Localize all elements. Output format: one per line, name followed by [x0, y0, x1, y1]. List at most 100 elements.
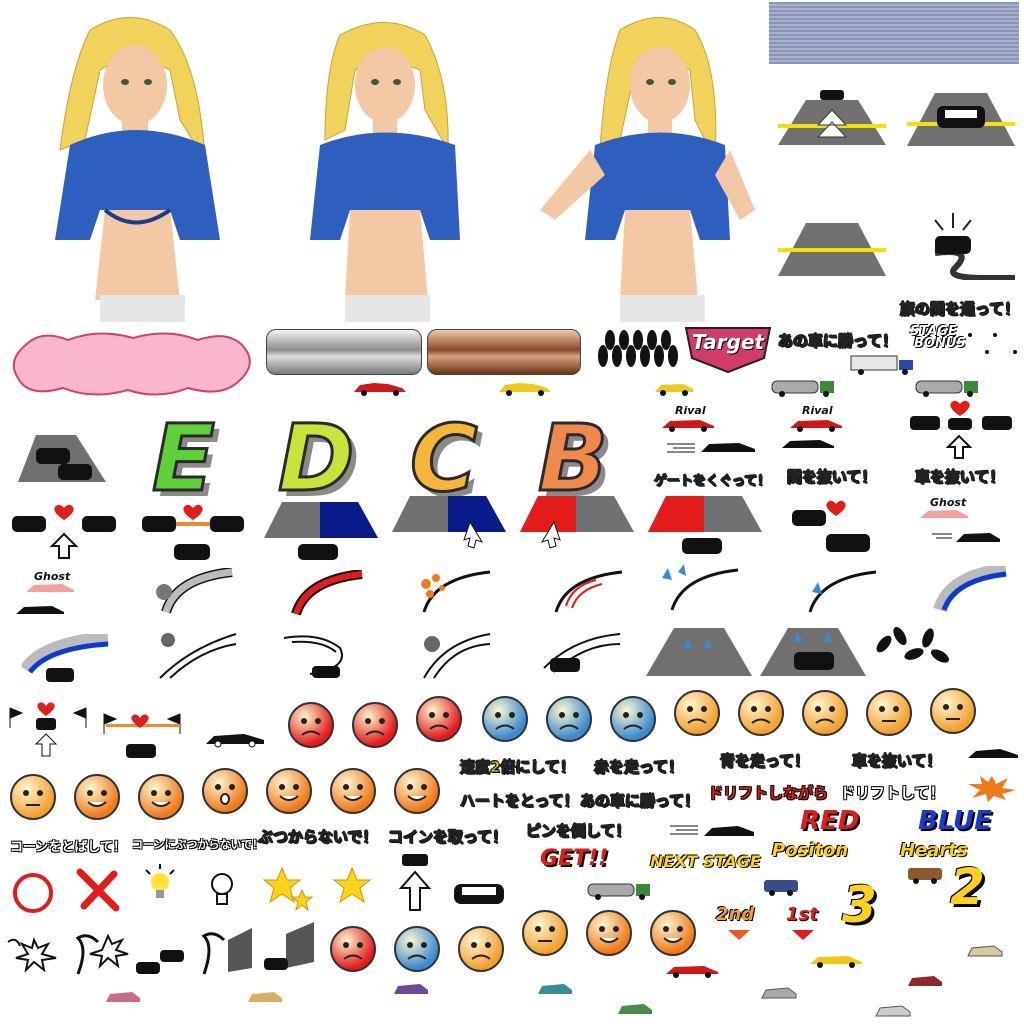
- mission-knock-pins: ピンを倒して！: [526, 822, 632, 841]
- black-sports-car: [454, 884, 504, 904]
- curve-red-drift: [554, 570, 623, 613]
- curve-smoke-2: [159, 633, 237, 679]
- get-label: GET!!: [540, 846, 609, 871]
- mission-take-hearts: ハートをとって！: [460, 792, 580, 811]
- number-two: 2: [950, 858, 985, 916]
- yellow-coupe-icon: [655, 384, 693, 396]
- mission-dont-crash: ぶつからないで！: [258, 828, 379, 847]
- curve-smoke-3: [423, 633, 491, 679]
- rival-red-car: [662, 420, 714, 432]
- positon-label: Positon: [772, 840, 849, 861]
- purple-car: [394, 984, 428, 994]
- grade-e: E: [151, 404, 217, 514]
- face-happy-icon: [330, 768, 376, 814]
- green-car: [618, 1004, 652, 1014]
- heart-car-icon: [792, 500, 870, 552]
- curve-fire: [421, 570, 491, 613]
- rival-black-car-2: [782, 440, 834, 448]
- ghost-car-black: [932, 533, 1000, 542]
- mission-take-coins: コインを取って！: [387, 828, 508, 847]
- mission-while-drifting: ドリフトしながら: [708, 784, 829, 802]
- character-portrait-2: [310, 22, 460, 322]
- face-grin-icon: [74, 774, 120, 820]
- burst-icon: [968, 776, 1016, 802]
- striped-banner: [769, 2, 1019, 64]
- face-happy-icon: [266, 768, 312, 814]
- silver-car: [875, 1005, 911, 1017]
- first-place-label: 1st: [786, 904, 818, 925]
- face-grin-icon: [138, 774, 184, 820]
- road-car-icon: [907, 93, 1015, 146]
- up-arrow-car: [398, 854, 432, 911]
- face-neutral-icon: [10, 774, 56, 820]
- mission-through-gate: ゲートをくぐって！: [653, 474, 771, 490]
- heart-gate-icon: [12, 504, 116, 559]
- second-down-arrow: [728, 930, 750, 940]
- curve-blue: [933, 566, 1007, 612]
- flag-gate-icon: [9, 702, 87, 757]
- red-car-icon: [354, 383, 406, 396]
- half-road-blue-arrow: [392, 496, 506, 549]
- maroon-car: [908, 976, 942, 986]
- cross-icon: [76, 868, 120, 912]
- half-road-red: [648, 496, 762, 554]
- face-happy-icon: [650, 910, 696, 956]
- face-scared-icon: [546, 696, 592, 742]
- grade-d: D: [276, 404, 355, 514]
- tanker-truck-icon-3: [587, 883, 650, 900]
- beige-car: [967, 945, 1003, 957]
- curve-cones-2: [808, 570, 877, 613]
- wall-car-icon: [264, 922, 314, 970]
- face-grin-icon: [586, 910, 632, 956]
- face-happy-icon: [394, 768, 440, 814]
- mission-beat-car: あの車に勝って！: [777, 332, 898, 351]
- red-sports-car: [666, 966, 718, 978]
- mission-pass-car-2: 車を抜いて！: [852, 752, 943, 771]
- curve-car: [543, 633, 621, 673]
- face-angry-icon: [416, 696, 462, 742]
- black-formula-car: [206, 734, 264, 748]
- road-boost-icon: [778, 90, 886, 145]
- lightbulb-off-icon: [211, 873, 233, 905]
- target-label: Target: [692, 330, 765, 354]
- cars-on-road-icon: [18, 435, 106, 482]
- up-arrow-icon: [946, 434, 972, 459]
- character-portrait-3: [540, 17, 755, 322]
- face-dizzy-icon: [674, 690, 720, 736]
- circle-icon: [13, 873, 53, 913]
- curve-red: [291, 570, 363, 616]
- pink-car: [106, 992, 140, 1002]
- crash-icon: [7, 937, 57, 972]
- road-cones-car: [760, 628, 866, 676]
- rival-red-car-2: [790, 420, 842, 432]
- bowling-pins-icon: [598, 330, 678, 367]
- rival-black-car: [667, 443, 755, 453]
- mission-pass-flags: 旗の間を通って！: [899, 300, 1020, 319]
- half-road-blue: [264, 502, 378, 560]
- yellow-car-icon: [499, 383, 551, 396]
- star-icon: [332, 866, 372, 904]
- face-scared-icon: [610, 696, 656, 742]
- lightbulb-on-icon: [145, 864, 175, 898]
- mission-pass-car: 車を抜いて！: [915, 468, 1006, 487]
- face-worried-icon: [738, 690, 784, 736]
- stars-icon: [262, 866, 314, 912]
- ghost-pair-icon: [16, 584, 74, 614]
- mission-dont-hit-cones: コーンにぶつからないで！: [132, 838, 264, 851]
- silver-bar: [266, 329, 422, 375]
- face-angry-spiky-icon: [288, 702, 334, 748]
- stage-bonus-bottom: BONUS: [914, 336, 966, 351]
- second-place-label: 2nd: [716, 904, 755, 925]
- two-cars-icon: [136, 950, 184, 974]
- black-formula-car-2: [968, 749, 1018, 758]
- curve-gray-smoke: [156, 568, 233, 614]
- mission-double-speed: 速度2倍にして！: [460, 758, 576, 777]
- mission-drift: ドリフトして！: [840, 784, 945, 802]
- red-label: RED: [800, 806, 860, 836]
- blue-label: BLUE: [918, 806, 992, 836]
- face-scared-icon: [482, 696, 528, 742]
- mission-run-blue: 青を走って！: [719, 752, 810, 771]
- blue-truck-icon: [850, 355, 913, 375]
- first-down-arrow: [792, 930, 814, 940]
- copper-bar: [427, 329, 581, 375]
